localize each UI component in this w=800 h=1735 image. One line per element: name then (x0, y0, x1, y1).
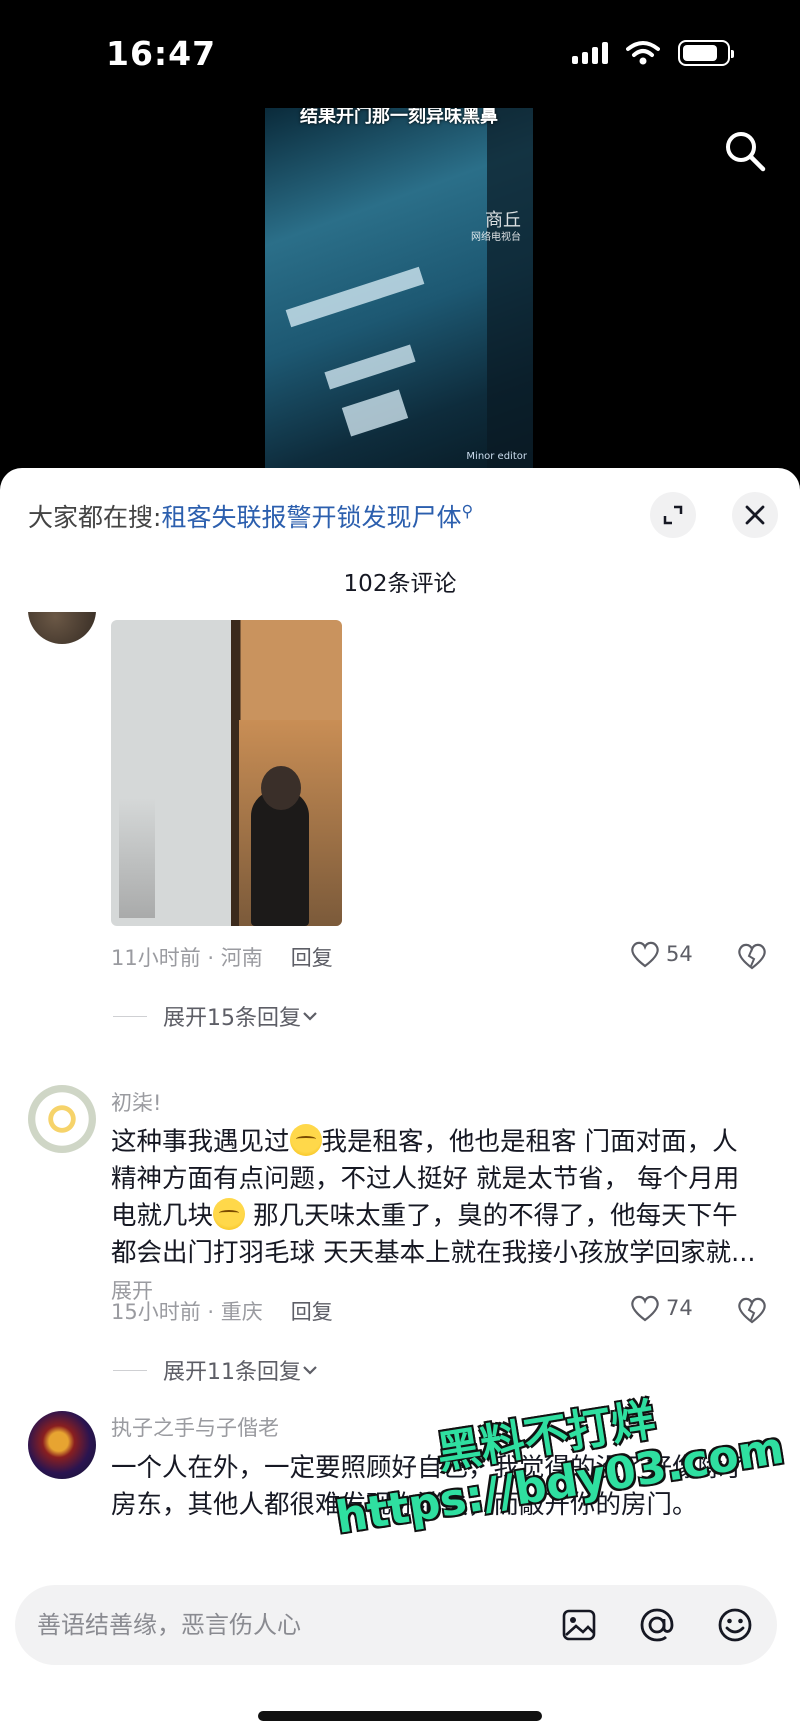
emoji-button[interactable] (713, 1603, 757, 1647)
hot-search-keyword[interactable]: 租客失联报警开锁发现尸体 (161, 503, 461, 532)
video-caption: 结果开门那一刻异味黑鼻 (300, 108, 498, 127)
video-player[interactable]: 结果开门那一刻异味黑鼻 商丘 网络电视台 Minor editor (265, 108, 533, 470)
comment-text: 这种事我遇见过 我是租客，他也是租客 门面对面，人精神方面有点问题，不过人挺好 就… (111, 1124, 761, 1310)
comment-meta: 11小时前 · 河南 回复 (111, 942, 333, 972)
at-icon (640, 1608, 674, 1642)
avatar[interactable] (28, 612, 96, 644)
comment-text-part: 这种事我遇见过 (111, 1127, 290, 1157)
chevron-down-icon (303, 1366, 317, 1375)
signal-icon (572, 42, 608, 64)
comment-time-location: 11小时前 · 河南 (111, 946, 263, 970)
wifi-icon (626, 41, 660, 65)
expand-replies-button[interactable]: 展开11条回复 (113, 1354, 319, 1386)
comment-input-bar[interactable] (15, 1585, 777, 1665)
like-button[interactable]: 54 (630, 940, 693, 968)
chevron-down-icon (303, 1012, 317, 1021)
expand-replies-label: 展开15条回复 (163, 1006, 301, 1031)
comment-time-location: 15小时前 · 重庆 (111, 1300, 263, 1324)
crying-laughing-emoji-icon (213, 1198, 246, 1230)
close-icon (745, 505, 765, 525)
heart-icon (631, 1295, 659, 1322)
expand-replies-button[interactable]: 展开15条回复 (113, 1000, 319, 1032)
heart-icon (631, 941, 659, 968)
emoji-icon (718, 1608, 752, 1642)
like-count: 54 (666, 942, 693, 966)
video-logo-text: 商丘 (485, 210, 521, 231)
search-small-icon: ⚲ (461, 501, 474, 521)
expand-replies-label: 展开11条回复 (163, 1360, 301, 1385)
crying-laughing-emoji-icon (289, 1124, 322, 1156)
comment-meta: 15小时前 · 重庆 回复 (111, 1296, 333, 1326)
comment-sheet: 大家都在搜:租客失联报警开锁发现尸体⚲ 102条评论 11小时前 · 河南 回复 … (0, 468, 800, 1735)
hot-search[interactable]: 大家都在搜:租客失联报警开锁发现尸体⚲ (28, 498, 473, 534)
comment-list[interactable]: 11小时前 · 河南 回复 54 展开15条回复 初柒! 这种事我遇见过 我是租客，… (0, 612, 800, 1614)
status-bar: 16:47 (0, 0, 800, 100)
image-button[interactable] (557, 1603, 601, 1647)
avatar[interactable] (28, 1085, 96, 1153)
home-indicator[interactable] (258, 1711, 542, 1721)
dislike-icon[interactable] (737, 1296, 767, 1324)
status-time: 16:47 (106, 34, 217, 73)
comment-count: 102条评论 (343, 571, 457, 597)
video-logo: 商丘 网络电视台 (471, 210, 521, 244)
mention-button[interactable] (635, 1603, 679, 1647)
battery-icon (678, 40, 734, 66)
video-editor-label: Minor editor (466, 451, 527, 462)
comment-photo[interactable] (111, 620, 342, 926)
like-count: 74 (666, 1296, 693, 1320)
search-icon[interactable] (722, 128, 768, 174)
avatar[interactable] (28, 1411, 96, 1479)
like-button[interactable]: 74 (630, 1294, 693, 1322)
image-icon (562, 1609, 596, 1641)
hot-search-prefix: 大家都在搜: (28, 503, 162, 532)
reply-button[interactable]: 回复 (291, 1300, 333, 1324)
expand-icon (663, 505, 683, 525)
comment-username[interactable]: 执子之手与子偕老 (111, 1412, 279, 1442)
expand-button[interactable] (650, 492, 696, 538)
comment-input[interactable] (37, 1585, 557, 1665)
video-logo-sub: 网络电视台 (471, 231, 521, 243)
comment-username[interactable]: 初柒! (111, 1087, 161, 1117)
status-icons (572, 40, 734, 66)
close-button[interactable] (732, 492, 778, 538)
reply-button[interactable]: 回复 (291, 946, 333, 970)
dislike-icon[interactable] (737, 942, 767, 970)
